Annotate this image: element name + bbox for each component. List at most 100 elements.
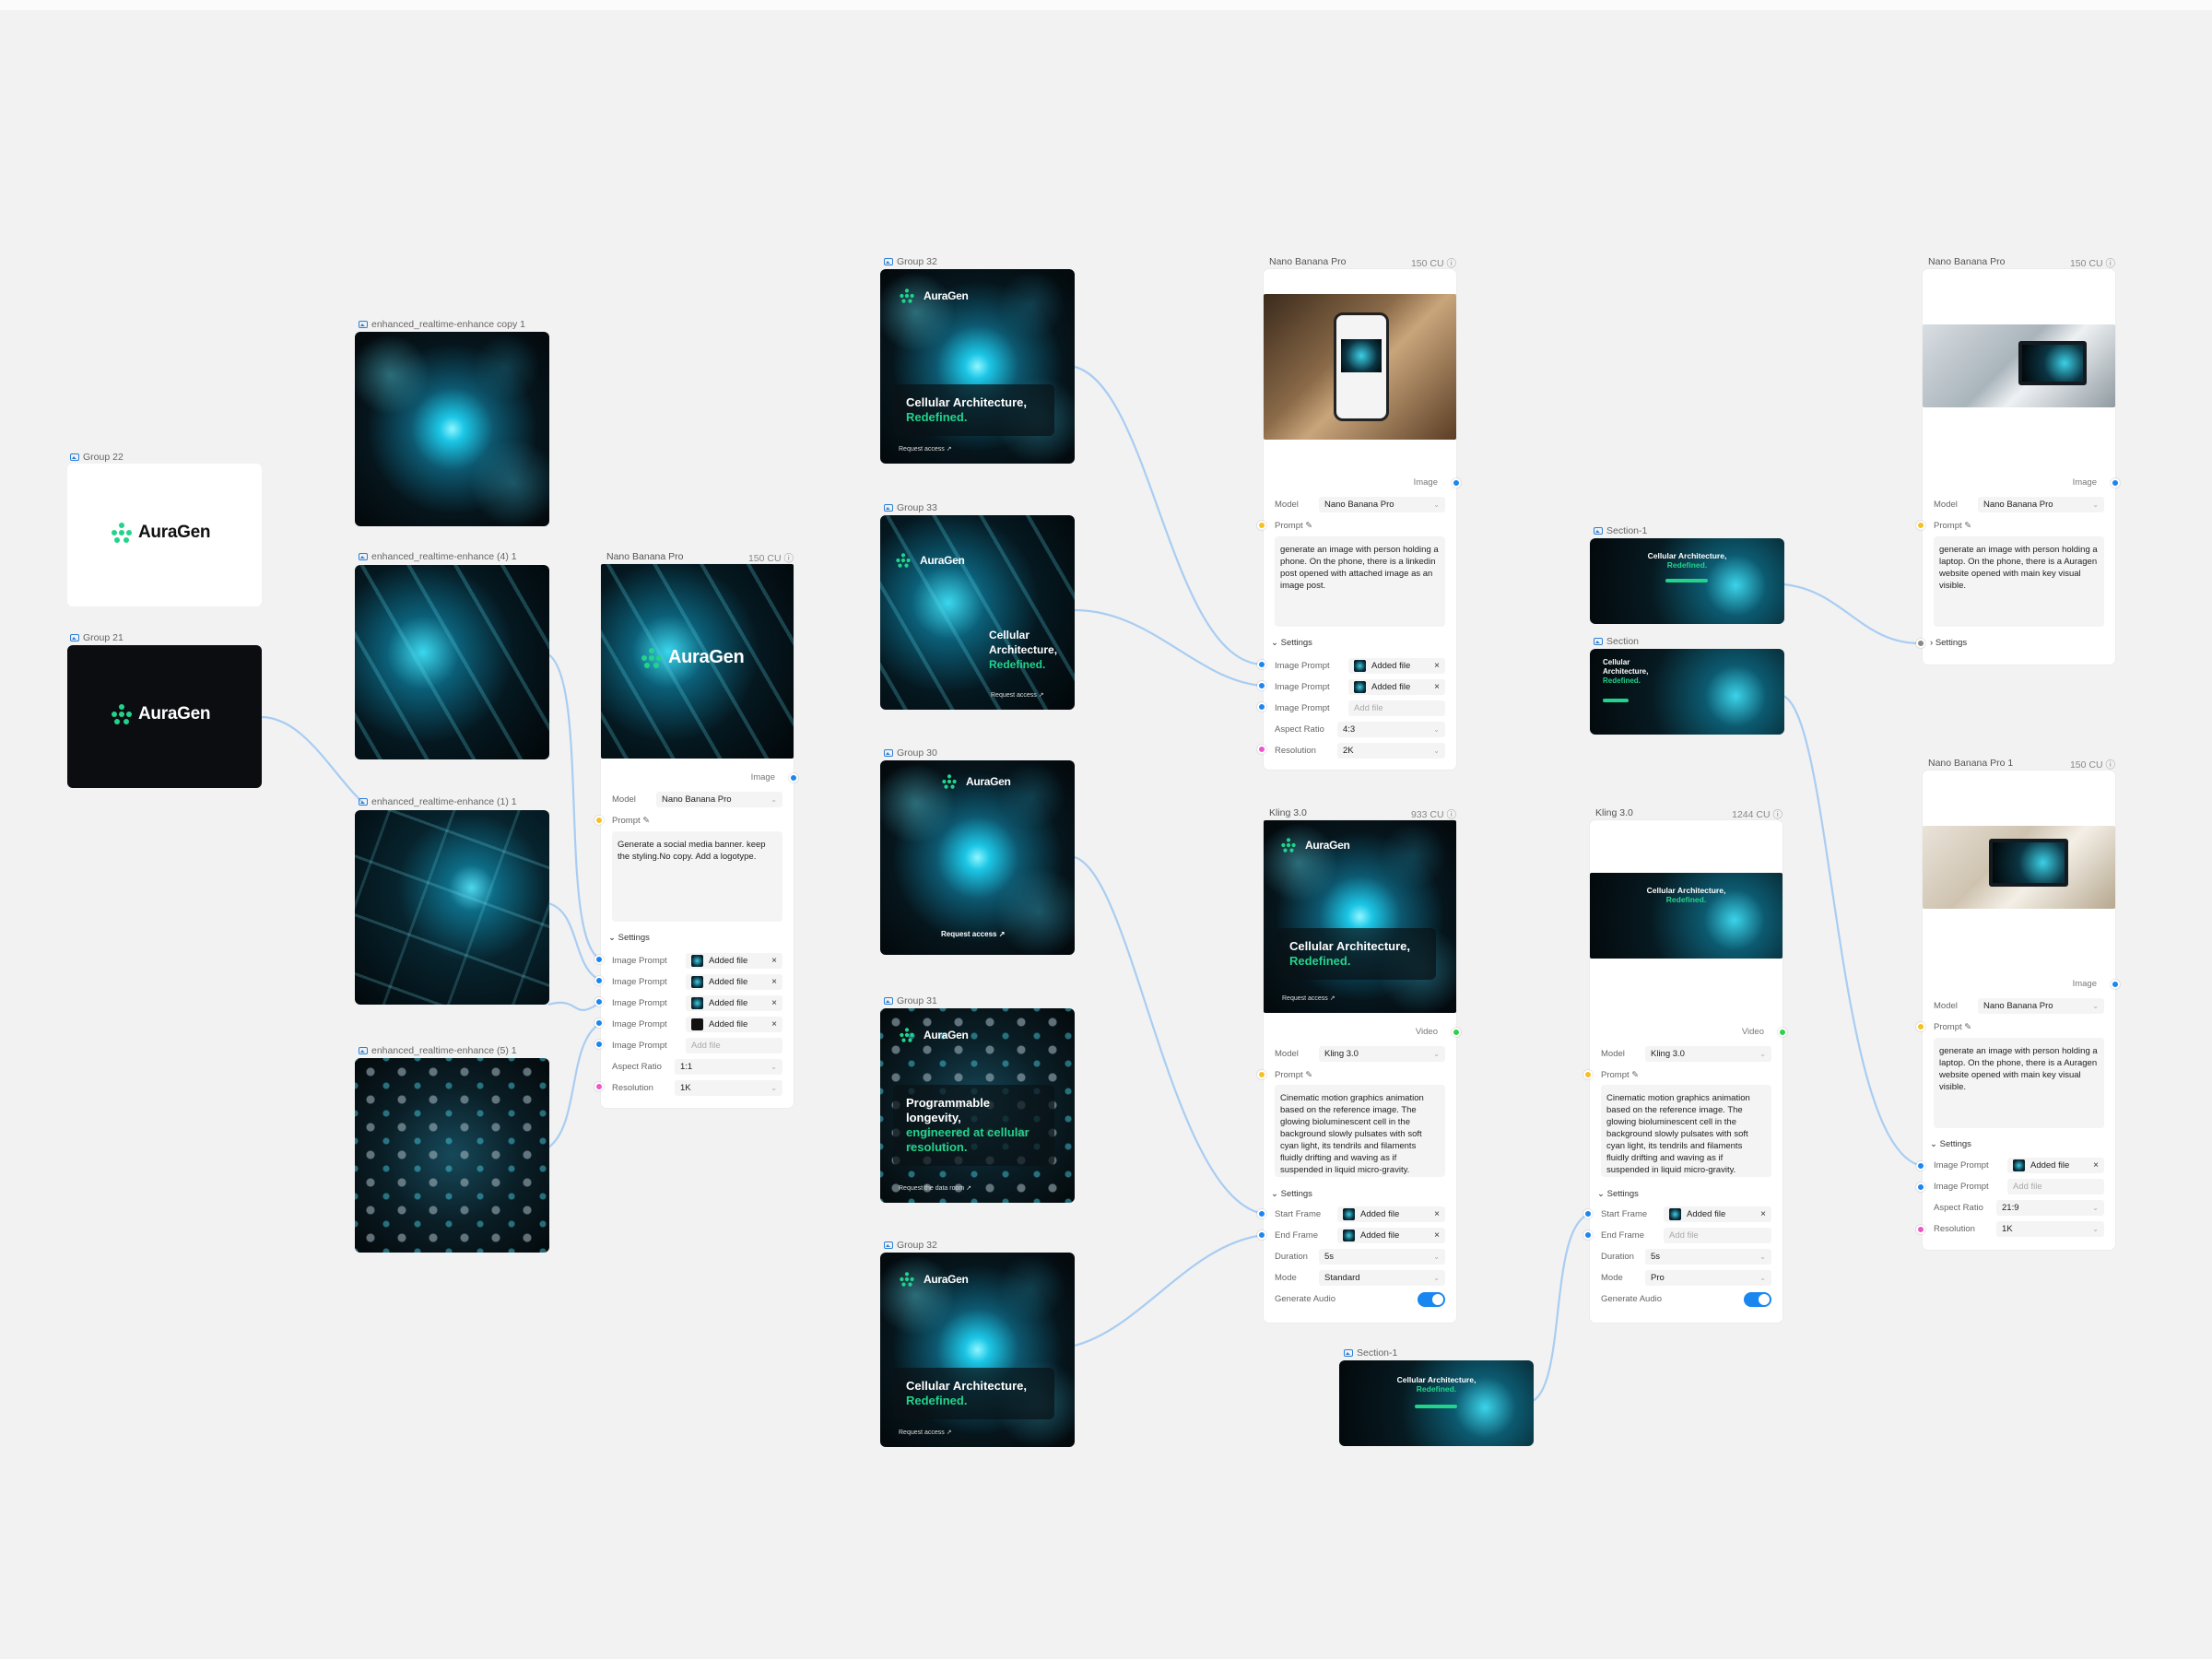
model-select[interactable]: Model Kling 3.0 ⌄ bbox=[1275, 1046, 1445, 1062]
aspect-ratio-select[interactable]: Aspect Ratio 1:1 ⌄ bbox=[612, 1059, 782, 1075]
node-nano-banana-a[interactable]: AuraGen Image Model Nano Banana Pro ⌄ Prom… bbox=[601, 564, 794, 1108]
node-kling-d[interactable]: Cellular Architecture, Redefined. Video M… bbox=[1590, 820, 1783, 1323]
logo-tile-dark[interactable]: AuraGen bbox=[67, 645, 262, 788]
ad-tile-group31[interactable]: AuraGen Programmable longevity, engineere… bbox=[880, 1008, 1075, 1203]
resolution-select[interactable]: Resolution 1K ⌄ bbox=[1934, 1221, 2104, 1237]
start-frame-row[interactable]: Start Frame Added file × bbox=[1275, 1206, 1445, 1222]
settings-toggle[interactable]: ⌄ Settings bbox=[1597, 1189, 1639, 1199]
input-port[interactable] bbox=[1583, 1209, 1593, 1218]
model-select[interactable]: Model Kling 3.0 ⌄ bbox=[1601, 1046, 1771, 1062]
website-section-tile[interactable]: Cellular Architecture, Redefined. bbox=[1339, 1360, 1534, 1446]
generate-audio-toggle[interactable] bbox=[1744, 1292, 1771, 1307]
resolution-select[interactable]: Resolution 2K ⌄ bbox=[1275, 743, 1445, 759]
settings-toggle[interactable]: ⌄ Settings bbox=[1930, 1139, 1971, 1149]
image-prompt-row[interactable]: Image Prompt Added file × bbox=[612, 995, 782, 1011]
image-node-cell[interactable] bbox=[355, 332, 549, 526]
output-port[interactable] bbox=[1452, 478, 1461, 488]
start-frame-row[interactable]: Start Frame Added file × bbox=[1601, 1206, 1771, 1222]
logo-tile-light[interactable]: AuraGen bbox=[67, 464, 262, 606]
node-kling-c[interactable]: AuraGen Cellular Architecture, Redefined.… bbox=[1264, 820, 1456, 1323]
duration-select[interactable]: Duration 5s ⌄ bbox=[1601, 1249, 1771, 1265]
input-port[interactable] bbox=[1257, 660, 1266, 669]
image-prompt-row[interactable]: Image Prompt Added file × bbox=[1275, 679, 1445, 695]
output-port[interactable] bbox=[789, 773, 798, 782]
prompt-port[interactable] bbox=[594, 816, 604, 825]
settings-port[interactable] bbox=[1916, 639, 1925, 648]
image-prompt-row[interactable]: Image Prompt Add file bbox=[612, 1038, 782, 1053]
prompt-port[interactable] bbox=[1916, 1022, 1925, 1031]
input-port[interactable] bbox=[594, 997, 604, 1006]
model-select[interactable]: Model Nano Banana Pro ⌄ bbox=[612, 792, 782, 807]
close-icon[interactable]: × bbox=[771, 998, 777, 1008]
input-port[interactable] bbox=[594, 1040, 604, 1049]
node-nano-banana-f[interactable]: Image Model Nano Banana Pro ⌄ Prompt ✎ gen… bbox=[1923, 771, 2115, 1250]
mode-select[interactable]: Mode Pro ⌄ bbox=[1601, 1270, 1771, 1286]
close-icon[interactable]: × bbox=[2093, 1160, 2099, 1171]
close-icon[interactable]: × bbox=[1760, 1209, 1766, 1219]
close-icon[interactable]: × bbox=[1434, 661, 1440, 671]
close-icon[interactable]: × bbox=[771, 1019, 777, 1030]
model-select[interactable]: Model Nano Banana Pro ⌄ bbox=[1934, 497, 2104, 512]
input-port[interactable] bbox=[594, 976, 604, 985]
prompt-port[interactable] bbox=[1257, 1070, 1266, 1079]
mode-select[interactable]: Mode Standard ⌄ bbox=[1275, 1270, 1445, 1286]
settings-toggle[interactable]: ⌄ Settings bbox=[1271, 1189, 1312, 1199]
prompt-input[interactable]: generate an image with person holding a … bbox=[1934, 536, 2104, 627]
ad-tile-group33[interactable]: AuraGen Cellular Architecture, Redefined. … bbox=[880, 515, 1075, 710]
prompt-input[interactable]: Cinematic motion graphics animation base… bbox=[1275, 1085, 1445, 1177]
node-nano-banana-b[interactable]: Image Model Nano Banana Pro ⌄ Prompt ✎ gen… bbox=[1264, 269, 1456, 770]
image-prompt-row[interactable]: Image Prompt Added file × bbox=[612, 1017, 782, 1032]
end-frame-row[interactable]: End Frame Added file × bbox=[1275, 1228, 1445, 1243]
ad-tile-group30[interactable]: AuraGen Request access ↗ bbox=[880, 760, 1075, 955]
generate-audio-toggle[interactable] bbox=[1418, 1292, 1445, 1307]
aspect-ratio-select[interactable]: Aspect Ratio 21:9 ⌄ bbox=[1934, 1200, 2104, 1216]
input-port[interactable] bbox=[1257, 681, 1266, 690]
duration-select[interactable]: Duration 5s ⌄ bbox=[1275, 1249, 1445, 1265]
image-prompt-row[interactable]: Image Prompt Add file bbox=[1934, 1179, 2104, 1194]
close-icon[interactable]: × bbox=[1434, 1209, 1440, 1219]
settings-toggle[interactable]: › Settings bbox=[1930, 638, 1967, 648]
resolution-port[interactable] bbox=[594, 1082, 604, 1091]
input-port[interactable] bbox=[1583, 1230, 1593, 1240]
output-port[interactable] bbox=[2111, 980, 2120, 989]
close-icon[interactable]: × bbox=[1434, 1230, 1440, 1241]
image-node-molecules[interactable] bbox=[355, 1058, 549, 1253]
input-port[interactable] bbox=[1257, 702, 1266, 712]
close-icon[interactable]: × bbox=[1434, 682, 1440, 692]
ad-tile-group32[interactable]: AuraGen Cellular Architecture, Redefined.… bbox=[880, 269, 1075, 464]
image-node-dna[interactable] bbox=[355, 565, 549, 759]
resolution-port[interactable] bbox=[1257, 745, 1266, 754]
prompt-port[interactable] bbox=[1916, 521, 1925, 530]
input-port[interactable] bbox=[1257, 1209, 1266, 1218]
website-section-tile[interactable]: Cellular Architecture, Redefined. bbox=[1590, 649, 1784, 735]
image-prompt-row[interactable]: Image Prompt Added file × bbox=[1275, 658, 1445, 674]
prompt-input[interactable]: generate an image with person holding a … bbox=[1275, 536, 1445, 627]
input-port[interactable] bbox=[1257, 1230, 1266, 1240]
settings-toggle[interactable]: ⌄ Settings bbox=[1271, 638, 1312, 648]
end-frame-row[interactable]: End Frame Add file bbox=[1601, 1228, 1771, 1243]
node-nano-banana-e[interactable]: Image Model Nano Banana Pro ⌄ Prompt ✎ gen… bbox=[1923, 269, 2115, 665]
ad-tile-group32-b[interactable]: AuraGen Cellular Architecture, Redefined.… bbox=[880, 1253, 1075, 1447]
prompt-port[interactable] bbox=[1583, 1070, 1593, 1079]
input-port[interactable] bbox=[594, 1018, 604, 1028]
output-port[interactable] bbox=[1778, 1028, 1787, 1037]
input-port[interactable] bbox=[1916, 1161, 1925, 1171]
close-icon[interactable]: × bbox=[771, 977, 777, 987]
aspect-ratio-select[interactable]: Aspect Ratio 4:3 ⌄ bbox=[1275, 722, 1445, 737]
model-select[interactable]: Model Nano Banana Pro ⌄ bbox=[1275, 497, 1445, 512]
website-section-tile[interactable]: Cellular Architecture, Redefined. bbox=[1590, 538, 1784, 624]
prompt-port[interactable] bbox=[1257, 521, 1266, 530]
model-select[interactable]: Model Nano Banana Pro ⌄ bbox=[1934, 998, 2104, 1014]
input-port[interactable] bbox=[1916, 1182, 1925, 1192]
image-node-neurons[interactable] bbox=[355, 810, 549, 1005]
image-prompt-row[interactable]: Image Prompt Add file bbox=[1275, 700, 1445, 716]
image-prompt-row[interactable]: Image Prompt Added file × bbox=[1934, 1158, 2104, 1173]
prompt-input[interactable]: Generate a social media banner. keep the… bbox=[612, 831, 782, 922]
image-prompt-row[interactable]: Image Prompt Added file × bbox=[612, 953, 782, 969]
close-icon[interactable]: × bbox=[771, 956, 777, 966]
image-prompt-row[interactable]: Image Prompt Added file × bbox=[612, 974, 782, 990]
settings-toggle[interactable]: ⌄ Settings bbox=[608, 933, 650, 943]
output-port[interactable] bbox=[1452, 1028, 1461, 1037]
prompt-input[interactable]: generate an image with person holding a … bbox=[1934, 1038, 2104, 1128]
resolution-select[interactable]: Resolution 1K ⌄ bbox=[612, 1080, 782, 1096]
